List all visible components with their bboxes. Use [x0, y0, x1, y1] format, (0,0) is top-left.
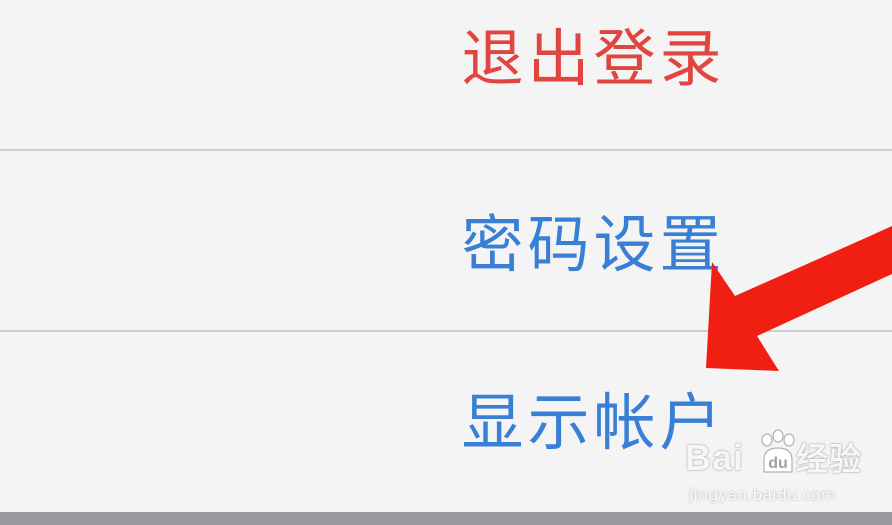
password-settings-button[interactable]: 密码设置 [0, 150, 892, 331]
logout-button[interactable]: 退出登录 [0, 0, 892, 150]
password-settings-label: 密码设置 [461, 207, 726, 281]
baidu-jingyan-watermark: Bai 经验 du jingyan.baidu.com [675, 428, 885, 514]
svg-text:du: du [768, 455, 788, 472]
paw-icon: du [761, 429, 795, 473]
logout-label: 退出登录 [461, 22, 726, 95]
watermark-url: jingyan.baidu.com [689, 486, 836, 504]
